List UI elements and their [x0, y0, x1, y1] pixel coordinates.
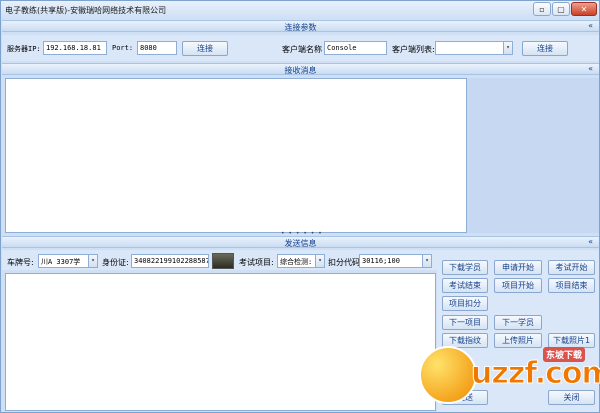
- app-window: 电子教练(共享版)-安徽瑞哈网络技术有限公司 ▫ ▢ ✕ 连接参数 « 服务器I…: [0, 0, 600, 413]
- watermark-tag: 东坡下载: [543, 347, 586, 362]
- plate-value: 川A 3307学: [41, 258, 81, 266]
- chevron-down-icon[interactable]: ▾: [422, 255, 431, 267]
- connection-section-header[interactable]: 连接参数 «: [2, 20, 599, 32]
- connect-client-button[interactable]: 连接: [522, 41, 568, 56]
- download-student-button[interactable]: 下载学员: [442, 260, 488, 275]
- item-deduct-button[interactable]: 项目扣分: [442, 296, 488, 311]
- deduct-code-label: 扣分代码:: [328, 258, 363, 267]
- send-section-title: 发送信息: [284, 239, 317, 248]
- client-name-input[interactable]: Console: [324, 41, 387, 55]
- port-input[interactable]: 8080: [137, 41, 177, 55]
- connect-button[interactable]: 连接: [182, 41, 228, 56]
- exam-item-select[interactable]: 综合检测: ▾: [277, 254, 325, 268]
- minimize-button[interactable]: ▫: [533, 2, 551, 16]
- exam-start-button[interactable]: 考试开始: [548, 260, 595, 275]
- window-title: 电子教练(共享版)-安徽瑞哈网络技术有限公司: [5, 6, 167, 15]
- server-ip-label: 服务器IP:: [7, 45, 41, 53]
- deduct-code-select[interactable]: 30116;100 ▾: [359, 254, 432, 268]
- connection-section-title: 连接参数: [284, 23, 317, 32]
- plate-select[interactable]: 川A 3307学 ▾: [38, 254, 98, 268]
- collapse-icon[interactable]: «: [588, 21, 593, 30]
- collapse-icon[interactable]: «: [588, 237, 593, 246]
- received-messages-area[interactable]: [5, 78, 467, 233]
- watermark-emblem-icon: [419, 346, 477, 404]
- send-message-area[interactable]: [5, 273, 436, 411]
- collapse-icon[interactable]: «: [588, 64, 593, 73]
- chevron-down-icon[interactable]: ▾: [503, 42, 512, 54]
- chevron-down-icon[interactable]: ▾: [88, 255, 97, 267]
- plate-label: 车牌号:: [7, 258, 34, 267]
- port-label: Port:: [112, 44, 134, 52]
- receive-section-title: 接收消息: [284, 66, 317, 75]
- next-item-button[interactable]: 下一项目: [442, 315, 488, 330]
- client-list-select[interactable]: ▾: [435, 41, 513, 55]
- item-start-button[interactable]: 项目开始: [494, 278, 542, 293]
- deduct-code-value: 30116;100: [362, 257, 400, 265]
- client-name-label: 客户端名称: [282, 45, 322, 54]
- id-card-label: 身份证:: [102, 258, 129, 267]
- receive-section-header[interactable]: 接收消息 «: [2, 63, 599, 75]
- chevron-down-icon[interactable]: ▾: [315, 255, 324, 267]
- receive-side-panel: [467, 78, 599, 233]
- exam-item-label: 考试项目:: [239, 258, 274, 267]
- send-section-header[interactable]: 发送信息 «: [2, 236, 599, 248]
- student-photo-thumbnail: [212, 253, 234, 269]
- item-end-button[interactable]: 项目结束: [548, 278, 595, 293]
- next-student-button[interactable]: 下一学员: [494, 315, 542, 330]
- window-controls: ▫ ▢ ✕: [533, 2, 597, 16]
- exam-item-value: 综合检测:: [280, 258, 313, 266]
- apply-start-button[interactable]: 申请开始: [494, 260, 542, 275]
- exam-end-button[interactable]: 考试结束: [442, 278, 488, 293]
- watermark-logo: uzzf.com 东坡下载: [419, 346, 600, 406]
- title-bar: 电子教练(共享版)-安徽瑞哈网络技术有限公司 ▫ ▢ ✕: [1, 1, 599, 18]
- maximize-button[interactable]: ▢: [552, 2, 570, 16]
- server-ip-input[interactable]: 192.168.18.81: [43, 41, 107, 55]
- id-card-input[interactable]: 340822199102288587: [131, 254, 209, 268]
- close-window-button[interactable]: ✕: [571, 2, 597, 16]
- client-list-label: 客户端列表:: [392, 45, 435, 54]
